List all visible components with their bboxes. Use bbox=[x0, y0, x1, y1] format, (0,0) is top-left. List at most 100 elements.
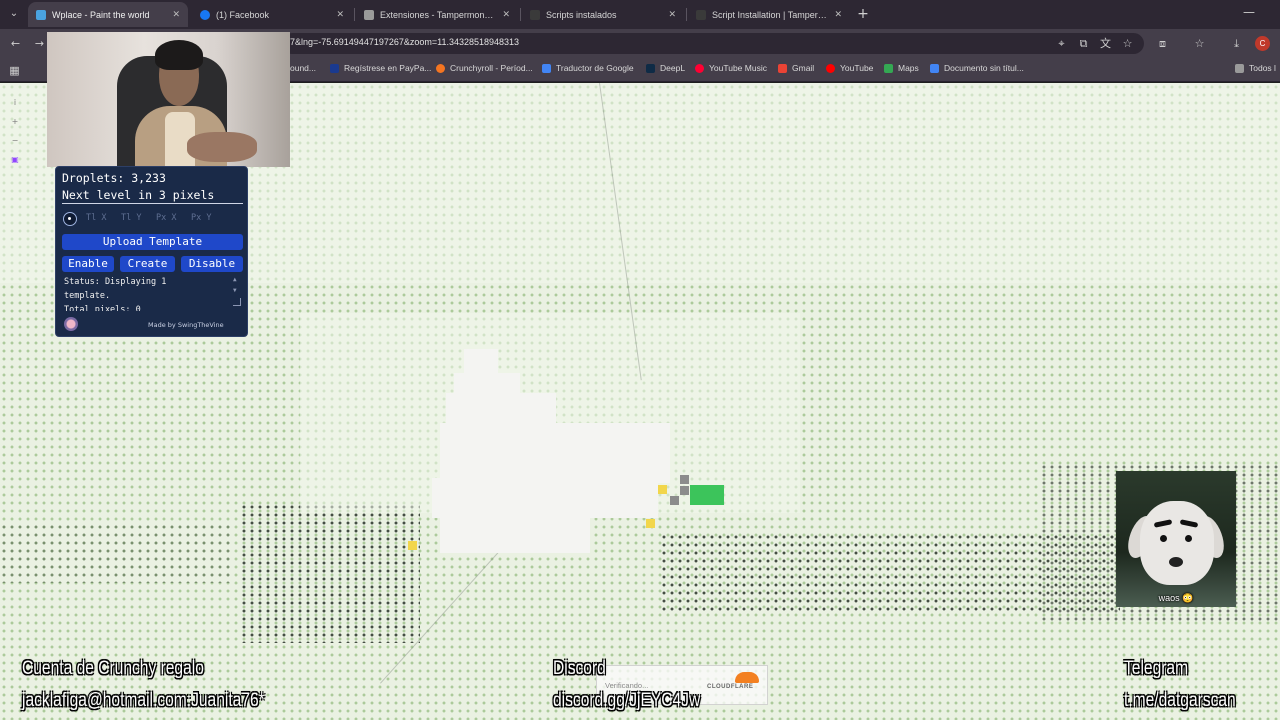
droplets-value: 3,233 bbox=[131, 171, 166, 185]
apps-grid-icon[interactable]: ▦ bbox=[7, 63, 22, 78]
painted-area bbox=[440, 423, 670, 483]
tile-x-input[interactable]: Tl X bbox=[86, 213, 119, 225]
tile-y-input[interactable]: Tl Y bbox=[121, 213, 154, 225]
youtube-icon bbox=[826, 63, 835, 73]
dog-head bbox=[1140, 501, 1214, 585]
template-overlay-panel: Droplets: 3,233 Next level in 3 pixels T… bbox=[55, 166, 248, 337]
bookmark-label: Traductor de Google bbox=[556, 63, 634, 73]
tab-label: Extensiones - Tampermonkey bbox=[380, 9, 497, 20]
disable-button[interactable]: Disable bbox=[181, 256, 243, 272]
google-translate-icon bbox=[542, 63, 551, 73]
profile-avatar[interactable]: C bbox=[1255, 36, 1270, 51]
bookmark-label: DeepL bbox=[660, 63, 686, 73]
tab-script-installation[interactable]: Script Installation | Tampermon ✕ bbox=[688, 2, 850, 27]
green-pixel-group bbox=[690, 485, 724, 505]
extensions-puzzle-icon[interactable]: ⧈ bbox=[1155, 36, 1170, 51]
cloudflare-status: Verificando... bbox=[605, 681, 649, 690]
bookmark-star-icon[interactable]: ☆ bbox=[1120, 36, 1135, 51]
crunchyroll-icon bbox=[436, 63, 445, 73]
status-line: template. bbox=[64, 291, 111, 301]
facebook-icon bbox=[200, 9, 210, 20]
status-textarea[interactable]: Status: Displaying 1 template. Total pix… bbox=[62, 275, 243, 311]
streamer-hands bbox=[187, 132, 257, 162]
bookmark-item[interactable]: Maps bbox=[884, 63, 919, 73]
download-icon[interactable]: ⤓ bbox=[1229, 36, 1244, 51]
bookmark-label: Gmail bbox=[792, 63, 815, 73]
deepl-icon bbox=[646, 63, 655, 73]
close-icon[interactable]: ✕ bbox=[502, 9, 510, 20]
back-arrow-icon[interactable]: ← bbox=[8, 36, 23, 51]
location-icon[interactable]: ⌖ bbox=[1054, 36, 1069, 51]
droplets-label: Droplets: bbox=[62, 171, 125, 185]
all-bookmarks-folder[interactable]: Todos l bbox=[1235, 63, 1276, 73]
upload-template-button[interactable]: Upload Template bbox=[62, 234, 243, 250]
info-icon[interactable]: i bbox=[10, 98, 20, 108]
bookmark-label: Documento sin títul... bbox=[944, 63, 1024, 73]
reading-list-icon[interactable]: ☆ bbox=[1192, 36, 1207, 51]
bookmark-item[interactable]: Crunchyroll - Períod... bbox=[436, 63, 533, 73]
cloudflare-logo-icon bbox=[735, 672, 759, 683]
forward-arrow-icon[interactable]: → bbox=[32, 36, 47, 51]
tab-divider bbox=[520, 8, 521, 21]
folder-icon bbox=[1235, 63, 1244, 73]
telegram-caption-link: t.me/datgarscan bbox=[1124, 690, 1236, 711]
enable-button[interactable]: Enable bbox=[62, 256, 114, 272]
bookmark-item[interactable]: Gmail bbox=[778, 63, 814, 73]
zoom-out-icon[interactable]: − bbox=[10, 136, 20, 146]
tab-divider bbox=[354, 8, 355, 21]
scroll-down-arrow-icon[interactable]: ▼ bbox=[233, 287, 237, 294]
bookmark-item[interactable]: Documento sin títul... bbox=[930, 63, 1024, 73]
maps-pin-icon bbox=[884, 63, 893, 73]
new-tab-button[interactable]: + bbox=[855, 6, 871, 22]
gray-pixel bbox=[680, 475, 689, 484]
painted-area bbox=[440, 513, 590, 553]
discord-caption-title: Discord bbox=[553, 658, 606, 679]
map-side-controls: i + − ▣ bbox=[10, 98, 22, 174]
tab-installed-scripts[interactable]: Scripts instalados ✕ bbox=[522, 2, 684, 27]
puzzle-icon bbox=[364, 9, 374, 20]
gray-pixel bbox=[670, 496, 679, 505]
droplets-row: Droplets: 3,233 bbox=[62, 171, 166, 185]
bookmark-item[interactable]: Regístrese en PayPa... bbox=[330, 63, 431, 73]
pixel-y-input[interactable]: Px Y bbox=[191, 213, 224, 225]
close-icon[interactable]: ✕ bbox=[336, 9, 344, 20]
tab-facebook[interactable]: (1) Facebook ✕ bbox=[192, 2, 352, 27]
tab-label: Scripts instalados bbox=[546, 9, 617, 20]
create-button[interactable]: Create bbox=[120, 256, 175, 272]
bookmark-item[interactable]: Traductor de Google bbox=[542, 63, 634, 73]
install-app-icon[interactable]: ⧉ bbox=[1076, 36, 1091, 51]
bookmark-item[interactable]: DeepL bbox=[646, 63, 685, 73]
tab-tampermonkey-extensions[interactable]: Extensiones - Tampermonkey ✕ bbox=[356, 2, 518, 27]
pixel-x-input[interactable]: Px X bbox=[156, 213, 189, 225]
minimize-icon[interactable]: — bbox=[1243, 5, 1255, 19]
blue-marble-icon[interactable] bbox=[64, 317, 78, 331]
cloudflare-brand: CLOUDFLARE bbox=[707, 684, 754, 690]
scroll-up-arrow-icon[interactable]: ▲ bbox=[233, 276, 237, 283]
tab-search-icon[interactable]: ⌄ bbox=[6, 6, 22, 22]
twitch-icon[interactable]: ▣ bbox=[10, 155, 20, 165]
gray-pixel bbox=[680, 486, 689, 495]
crunchy-caption-account: jacklafiga@hotmail.com:Juanita76* bbox=[22, 690, 265, 711]
crosshair-icon[interactable] bbox=[63, 212, 77, 226]
bookmark-label: YouTube bbox=[840, 63, 874, 73]
tampermonkey-icon bbox=[530, 9, 540, 20]
painted-area bbox=[432, 478, 658, 518]
yellow-pixel bbox=[646, 519, 655, 528]
tampermonkey-icon bbox=[696, 9, 706, 20]
zoom-in-icon[interactable]: + bbox=[10, 117, 20, 127]
tab-label: Script Installation | Tampermon bbox=[712, 9, 829, 20]
translate-icon[interactable]: 文 bbox=[1098, 36, 1113, 51]
status-line: Total pixels: 0 bbox=[64, 305, 141, 311]
close-icon[interactable]: ✕ bbox=[668, 9, 676, 20]
paypal-icon bbox=[330, 63, 339, 73]
close-icon[interactable]: ✕ bbox=[834, 9, 842, 20]
tab-wplace[interactable]: Wplace - Paint the world ✕ bbox=[28, 2, 188, 27]
bookmark-item[interactable]: YouTube Music bbox=[695, 63, 767, 73]
bookmark-label: Maps bbox=[898, 63, 919, 73]
resize-handle[interactable] bbox=[233, 298, 241, 306]
telegram-caption-title: Telegram bbox=[1124, 658, 1189, 679]
youtube-music-icon bbox=[695, 63, 704, 73]
bookmark-item[interactable]: YouTube bbox=[826, 63, 873, 73]
close-icon[interactable]: ✕ bbox=[172, 9, 180, 20]
bookmark-item[interactable]: ound... bbox=[290, 63, 316, 73]
